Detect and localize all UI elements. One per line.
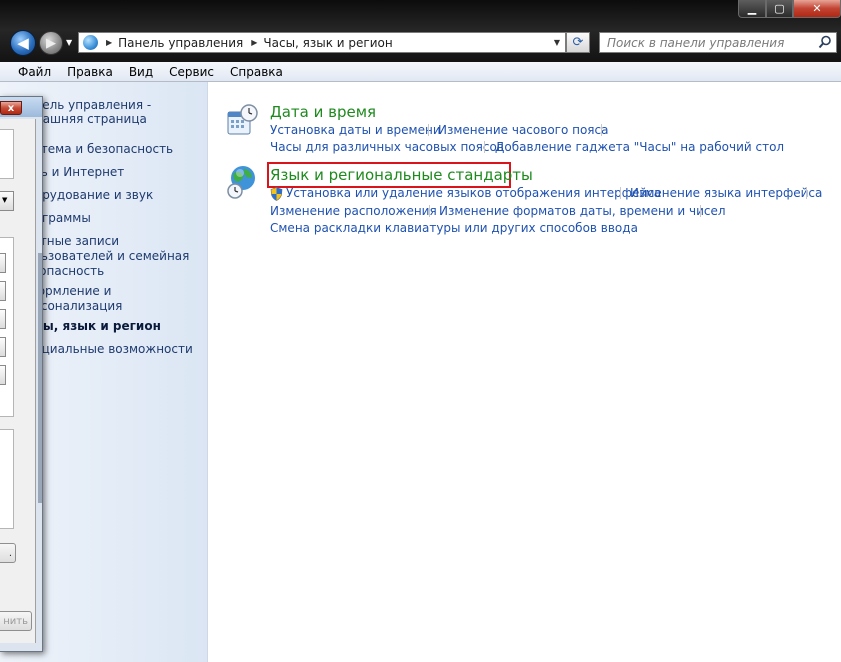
minimize-button[interactable]: ▁ bbox=[738, 0, 766, 18]
arrow-left-icon: ◀ bbox=[17, 34, 29, 52]
menu-edit[interactable]: Правка bbox=[59, 65, 121, 79]
menu-help[interactable]: Справка bbox=[222, 65, 291, 79]
nav-ease-of-access[interactable]: Специальные возможности bbox=[18, 342, 193, 357]
menu-bar: Файл Правка Вид Сервис Справка bbox=[0, 62, 841, 82]
dialog-control[interactable] bbox=[0, 253, 6, 273]
task-link[interactable]: Изменение расположения bbox=[270, 204, 437, 218]
task-link[interactable]: Часы для различных часовых поясов bbox=[270, 140, 504, 154]
menu-file[interactable]: Файл bbox=[10, 65, 59, 79]
close-button[interactable]: ✕ bbox=[793, 0, 841, 18]
menu-view[interactable]: Вид bbox=[121, 65, 161, 79]
uac-shield-icon bbox=[270, 187, 283, 201]
breadcrumb-arrow-icon[interactable]: ▶ bbox=[106, 38, 112, 47]
breadcrumb-arrow-icon[interactable]: ▶ bbox=[251, 38, 257, 47]
maximize-button[interactable]: ▢ bbox=[766, 0, 793, 18]
link-separator bbox=[700, 205, 701, 217]
task-link[interactable]: Установка даты и времени bbox=[270, 123, 441, 137]
link-separator bbox=[620, 187, 621, 199]
calendar-clock-icon[interactable] bbox=[225, 102, 261, 138]
link-separator bbox=[484, 141, 485, 153]
link-separator bbox=[428, 124, 429, 136]
task-link[interactable]: Изменение форматов даты, времени и чисел bbox=[439, 204, 726, 218]
address-dropdown-icon[interactable]: ▼ bbox=[549, 33, 565, 52]
task-link[interactable]: Добавление гаджета "Часы" на рабочий сто… bbox=[495, 140, 784, 154]
refresh-button[interactable]: ⟳ bbox=[566, 32, 590, 53]
dialog-control[interactable] bbox=[0, 337, 6, 357]
chevron-down-icon: ▼ bbox=[2, 196, 8, 204]
breadcrumb-clock-language-region[interactable]: Часы, язык и регион bbox=[263, 36, 392, 50]
link-separator bbox=[601, 124, 602, 136]
address-bar[interactable]: ▶ Панель управления ▶ Часы, язык и регио… bbox=[78, 32, 566, 53]
refresh-icon: ⟳ bbox=[572, 35, 584, 50]
search-icon[interactable] bbox=[818, 35, 832, 49]
recent-pages-dropdown[interactable]: ▼ bbox=[66, 38, 72, 47]
dialog-control[interactable] bbox=[0, 309, 6, 329]
arrow-right-icon: ▶ bbox=[46, 35, 56, 51]
dialog-button[interactable]: . bbox=[0, 543, 16, 563]
dialog-panel bbox=[0, 129, 14, 179]
main-pane: Дата и время Установка даты и времени Из… bbox=[209, 82, 841, 662]
task-link[interactable]: Установка или удаление языков отображени… bbox=[286, 186, 661, 200]
dialog-close-button[interactable]: x bbox=[0, 101, 22, 115]
back-button[interactable]: ◀ bbox=[10, 30, 36, 56]
link-separator bbox=[806, 187, 807, 199]
task-link[interactable]: Смена раскладки клавиатуры или других сп… bbox=[270, 221, 638, 235]
globe-clock-icon[interactable] bbox=[225, 164, 261, 200]
content-area: Панель управления - домашняя страница Си… bbox=[0, 82, 841, 662]
control-panel-icon bbox=[83, 35, 98, 50]
breadcrumb-control-panel[interactable]: Панель управления bbox=[118, 36, 243, 50]
forward-button[interactable]: ▶ bbox=[39, 31, 63, 55]
link-separator bbox=[429, 205, 430, 217]
nav-user-accounts[interactable]: пользователей и семейная bbox=[18, 249, 189, 264]
dialog-body: ▼ . нить bbox=[0, 119, 36, 643]
scrollbar-thumb[interactable] bbox=[38, 253, 42, 503]
overlapping-dialog: x ▼ . нить bbox=[0, 96, 43, 652]
dialog-dropdown[interactable]: ▼ bbox=[0, 191, 14, 211]
dialog-control[interactable] bbox=[0, 365, 6, 385]
dialog-control[interactable] bbox=[0, 281, 6, 301]
search-box[interactable] bbox=[599, 32, 837, 53]
menu-tools[interactable]: Сервис bbox=[161, 65, 222, 79]
explorer-window: ▁ ▢ ✕ ◀ ▶ ▼ ▶ Панель управления ▶ Часы, … bbox=[0, 0, 841, 662]
dialog-apply-button[interactable]: нить bbox=[0, 611, 32, 631]
task-link[interactable]: Изменение языка интерфейса bbox=[630, 186, 822, 200]
category-title-region-language[interactable]: Язык и региональные стандарты bbox=[270, 166, 533, 184]
search-input[interactable] bbox=[607, 35, 812, 50]
caption-buttons: ▁ ▢ ✕ bbox=[738, 0, 841, 18]
task-link[interactable]: Изменение часового пояса bbox=[438, 123, 608, 137]
category-title-date-time[interactable]: Дата и время bbox=[270, 103, 376, 121]
dialog-panel bbox=[0, 429, 14, 529]
